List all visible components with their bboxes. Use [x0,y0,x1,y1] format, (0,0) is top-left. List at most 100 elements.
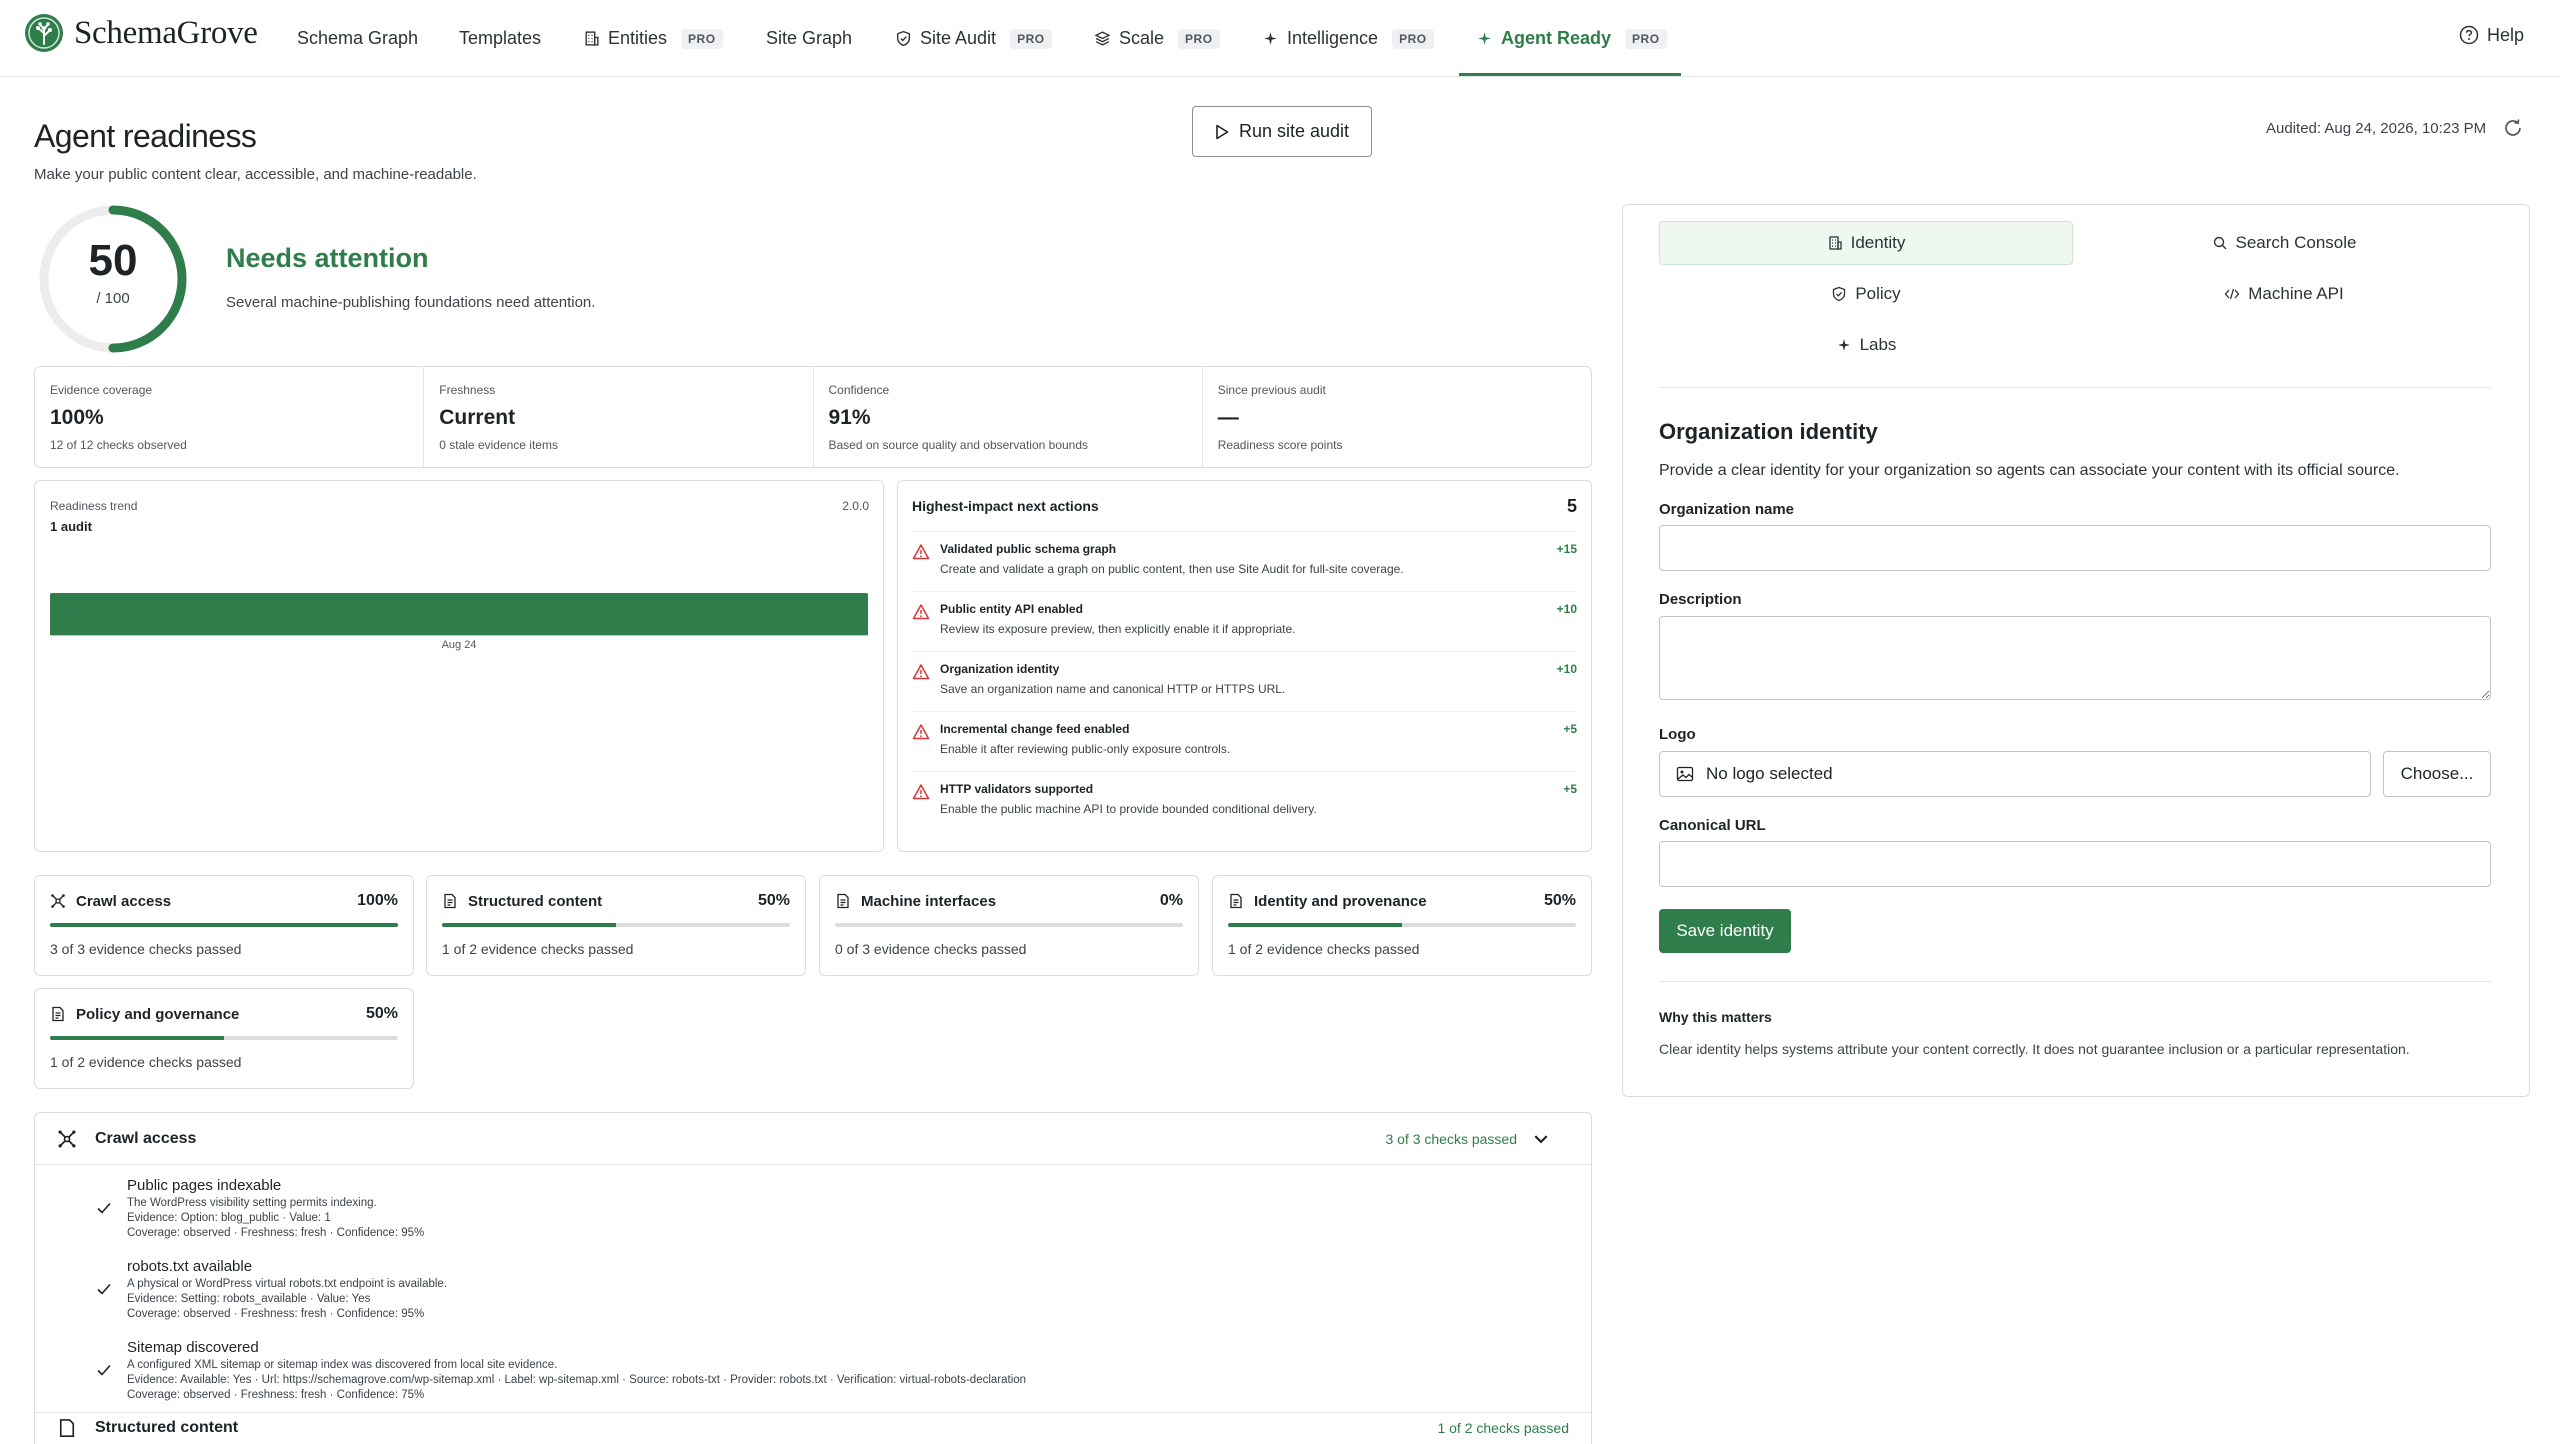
action-item[interactable]: Organization identity Save an organizati… [912,651,1577,711]
canonical-url-input[interactable] [1659,841,2491,887]
tab-machine-api[interactable]: Machine API [2077,272,2491,316]
divider [1659,981,2491,982]
brand-logo-icon [25,14,63,52]
checkmark-icon [97,1364,111,1376]
crawl-access-detail: Crawl access 3 of 3 checks passed Public… [34,1112,1592,1444]
detail-title: Structured content [95,1418,239,1436]
choose-logo-button[interactable]: Choose... [2383,751,2491,797]
stat-since-previous: Since previous audit — Readiness score p… [1203,367,1591,467]
document-icon [1230,893,1242,909]
stat-label: Since previous audit [1217,383,1326,397]
category-crawl-access[interactable]: Crawl access 100% 3 of 3 evidence checks… [34,875,414,976]
shield-check-icon [1833,286,1846,302]
tab-identity[interactable]: Identity [1659,221,2073,265]
warning-icon [912,784,930,800]
nav-label: Scale [1119,28,1165,48]
chevron-down-icon[interactable] [1531,1129,1551,1149]
nav-site-audit[interactable]: Site Audit PRO [895,0,1052,77]
check-evidence: Evidence: Setting: robots_available · Va… [127,1293,371,1305]
action-title: Incremental change feed enabled [940,722,1130,736]
tab-policy[interactable]: Policy [1659,272,2073,316]
nav-label: Site Graph [766,28,853,48]
check-title: Sitemap discovered [127,1339,259,1356]
organization-name-input[interactable] [1659,525,2491,571]
score-value: 50 [88,236,138,285]
detail-title: Crawl access [95,1129,197,1147]
action-title: Public entity API enabled [940,602,1083,616]
divider [1659,387,2491,388]
action-points: +5 [1563,722,1577,736]
section-title: Organization identity [1659,419,1878,444]
category-percent: 50% [1543,892,1576,909]
pro-badge: PRO [1010,28,1052,49]
warning-icon [912,724,930,740]
action-description: Save an organization name and canonical … [940,682,1286,696]
category-progress-fill [50,1036,224,1040]
action-description: Create and validate a graph on public co… [940,562,1404,576]
check-item: Sitemap discovered A configured XML site… [35,1327,1591,1408]
nav-intelligence[interactable]: Intelligence PRO [1262,0,1434,77]
save-identity-button[interactable]: Save identity [1659,909,1791,953]
category-identity-provenance[interactable]: Identity and provenance 50% 1 of 2 evide… [1212,875,1592,976]
nav-entities[interactable]: Entities PRO [583,0,723,77]
run-site-audit-button[interactable]: Run site audit [1192,106,1372,157]
category-progress [835,923,1183,927]
action-item[interactable]: HTTP validators supported Enable the pub… [912,771,1577,831]
nav-site-graph[interactable]: Site Graph [766,0,852,77]
stat-note: 12 of 12 checks observed [50,438,187,452]
sparkles-icon [1478,32,1491,45]
action-title: HTTP validators supported [940,782,1094,796]
trend-version: 2.0.0 [842,499,869,513]
category-machine-interfaces[interactable]: Machine interfaces 0% 0 of 3 evidence ch… [819,875,1199,976]
structured-content-detail-header[interactable]: Structured content 1 of 2 checks passed [35,1412,1591,1442]
action-points: +10 [1556,662,1577,676]
warning-icon [912,544,930,560]
pro-badge: PRO [1392,28,1434,49]
category-note: 1 of 2 evidence checks passed [1228,941,1420,957]
check-evidence: Evidence: Available: Yes · Url: https://… [127,1374,1027,1386]
action-item[interactable]: Validated public schema graph Create and… [912,531,1577,591]
logo-field[interactable]: No logo selected [1659,751,2371,797]
brand[interactable]: SchemaGrove [24,12,258,54]
category-progress [442,923,790,927]
sparkles-icon [1837,339,1850,351]
nav-label: Templates [459,28,542,48]
category-structured-content[interactable]: Structured content 50% 1 of 2 evidence c… [426,875,806,976]
nav-schema-graph[interactable]: Schema Graph [297,0,418,77]
action-item[interactable]: Public entity API enabled Review its exp… [912,591,1577,651]
next-actions-card: Highest-impact next actions 5 Validated … [897,480,1592,852]
category-note: 1 of 2 evidence checks passed [50,1054,242,1070]
action-points: +15 [1556,542,1577,556]
help-icon [2459,25,2479,45]
help-link[interactable]: Help [2459,0,2524,70]
check-description: The WordPress visibility setting permits… [127,1197,377,1209]
checkmark-icon [97,1283,111,1295]
nav-scale[interactable]: Scale PRO [1094,0,1220,77]
settings-panel: Identity Search Console Policy Machine A… [1622,204,2530,1097]
readiness-status-note: Several machine-publishing foundations n… [226,294,596,311]
check-item: robots.txt available A physical or WordP… [35,1246,1591,1327]
action-item[interactable]: Incremental change feed enabled Enable i… [912,711,1577,771]
category-progress-fill [50,923,398,927]
check-coverage: Coverage: observed · Freshness: fresh · … [127,1308,425,1320]
action-title: Validated public schema graph [940,542,1117,556]
nav-templates[interactable]: Templates [459,0,541,77]
action-points: +5 [1563,782,1577,796]
category-policy-governance[interactable]: Policy and governance 50% 1 of 2 evidenc… [34,988,414,1089]
check-coverage: Coverage: observed · Freshness: fresh · … [127,1389,425,1401]
refresh-icon[interactable] [2502,117,2524,139]
pro-badge: PRO [1178,28,1220,49]
top-navigation: SchemaGrove Schema Graph Templates Entit… [0,0,2560,77]
description-textarea[interactable] [1659,616,2491,700]
check-title: robots.txt available [127,1258,253,1275]
checkmark-icon [97,1202,111,1214]
crawl-access-detail-header[interactable]: Crawl access 3 of 3 checks passed [35,1113,1591,1165]
nav-agent-ready[interactable]: Agent Ready PRO [1476,0,1667,77]
trend-bar[interactable] [50,593,868,635]
tab-search-console[interactable]: Search Console [2077,221,2491,265]
tab-labs[interactable]: Labs [1659,323,2073,367]
tab-label: Search Console [2235,233,2357,252]
check-description: A configured XML sitemap or sitemap inde… [127,1359,558,1371]
crawl-icon [51,894,65,908]
shield-check-icon [896,30,911,47]
